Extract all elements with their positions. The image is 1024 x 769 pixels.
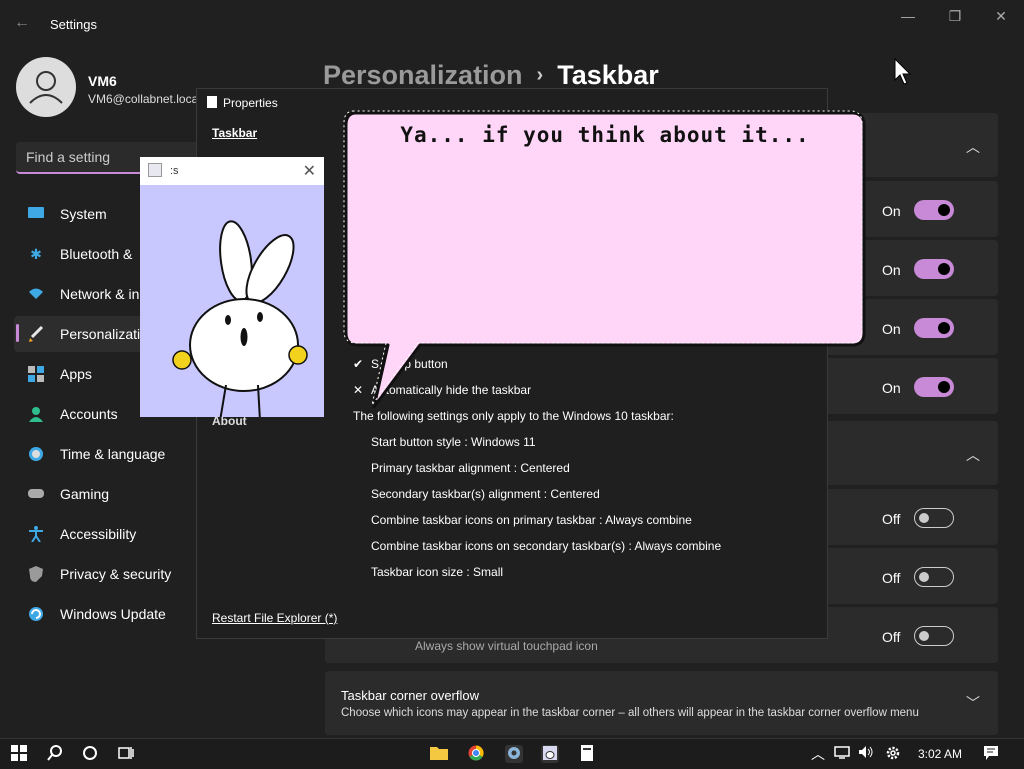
toggle-state-label: Off xyxy=(882,629,901,645)
taskbar-corner-overflow-card[interactable]: Taskbar corner overflow Choose which ico… xyxy=(325,671,998,735)
gamepad-icon xyxy=(28,486,44,502)
toggle-switch[interactable] xyxy=(914,508,954,528)
sidebar-item-privacy[interactable]: Privacy & security xyxy=(14,556,199,592)
speech-bubble: Ya... if you think about it... xyxy=(340,105,870,415)
bunny-app-icon xyxy=(148,163,162,177)
bubble-text: Ya... if you think about it... xyxy=(400,123,810,147)
person-icon xyxy=(28,406,44,422)
sidebar-item-accessibility[interactable]: Accessibility xyxy=(14,516,199,552)
minimize-button[interactable]: — xyxy=(893,8,923,28)
overflow-title: Taskbar corner overflow xyxy=(341,688,479,703)
chevron-up-icon[interactable]: ︿ xyxy=(809,745,827,763)
sidebar-item-label: Personalizatio xyxy=(60,326,148,342)
bunny-app-taskbar-icon[interactable] xyxy=(541,745,559,763)
properties-taskbar-icon[interactable] xyxy=(578,745,596,763)
chevron-up-icon[interactable]: ︿ xyxy=(966,445,980,465)
restart-explorer-link[interactable]: Restart File Explorer (*) xyxy=(212,611,337,625)
volume-icon[interactable] xyxy=(857,745,875,763)
network-icon[interactable] xyxy=(833,745,851,763)
page-title: Taskbar xyxy=(557,60,659,90)
sidebar-item-label: Windows Update xyxy=(60,606,166,622)
taskbar: ︿ 3:02 AM xyxy=(0,738,1024,769)
tab-taskbar[interactable]: Taskbar xyxy=(212,126,257,140)
sidebar-item-label: Apps xyxy=(60,366,92,382)
back-arrow-icon[interactable]: ← xyxy=(14,14,30,32)
user-email: VM6@collabnet.loca xyxy=(88,92,199,106)
start-button[interactable] xyxy=(10,745,28,763)
toggle-state-label: On xyxy=(882,262,901,278)
sidebar-item-label: Privacy & security xyxy=(60,566,172,582)
active-indicator xyxy=(16,324,19,342)
task-view-icon[interactable] xyxy=(117,745,135,763)
setting-line[interactable]: Combine taskbar icons on secondary taskb… xyxy=(371,539,721,553)
user-name: VM6 xyxy=(88,73,117,89)
bunny-illustration xyxy=(172,220,308,417)
sidebar-item-label: System xyxy=(60,206,107,222)
toggle-switch[interactable] xyxy=(914,626,954,646)
setting-line[interactable]: Taskbar icon size : Small xyxy=(371,565,503,579)
sidebar-item-time-language[interactable]: Time & language xyxy=(14,436,199,472)
globe-clock-icon xyxy=(28,446,44,462)
avatar[interactable] xyxy=(16,57,76,117)
brush-icon xyxy=(28,325,44,342)
user-icon xyxy=(29,71,63,104)
settings-taskbar-icon[interactable] xyxy=(505,745,523,763)
window-title: Settings xyxy=(50,17,97,32)
sidebar-item-label: Network & in xyxy=(60,286,140,302)
virtual-touchpad-description: Always show virtual touchpad icon xyxy=(415,639,598,653)
maximize-button[interactable]: ❐ xyxy=(940,8,970,28)
chevron-up-icon[interactable]: ︿ xyxy=(966,137,980,157)
chrome-icon[interactable] xyxy=(467,745,485,763)
cortana-icon[interactable] xyxy=(81,745,99,763)
toggle-state-label: On xyxy=(882,380,901,396)
toggle-state-label: On xyxy=(882,203,901,219)
toggle-state-label: Off xyxy=(882,511,901,527)
setting-line[interactable]: Start button style : Windows 11 xyxy=(371,435,536,449)
sidebar-item-label: Time & language xyxy=(60,446,166,462)
properties-app-icon xyxy=(207,96,217,108)
setting-line[interactable]: Secondary taskbar(s) alignment : Centere… xyxy=(371,487,600,501)
toggle-switch[interactable] xyxy=(914,200,954,220)
setting-line[interactable]: Combine taskbar icons on primary taskbar… xyxy=(371,513,692,527)
file-explorer-icon[interactable] xyxy=(430,745,448,763)
shield-icon xyxy=(28,566,44,582)
wifi-icon xyxy=(28,286,44,302)
toggle-switch[interactable] xyxy=(914,567,954,587)
close-button[interactable]: ✕ xyxy=(986,8,1016,28)
search-icon[interactable] xyxy=(46,745,64,763)
accessibility-icon xyxy=(28,526,44,543)
speech-bubble-shape xyxy=(343,110,866,409)
notification-icon[interactable] xyxy=(982,745,1000,763)
windows-logo-icon xyxy=(11,745,27,761)
bunny-titlebar[interactable]: :s ✕ xyxy=(140,157,324,185)
update-icon xyxy=(28,606,44,622)
close-icon[interactable]: ✕ xyxy=(303,161,316,181)
mouse-cursor-icon xyxy=(894,58,912,85)
properties-title: Properties xyxy=(223,96,278,110)
apps-icon xyxy=(28,366,44,382)
bunny-title: :s xyxy=(170,165,179,177)
toggle-switch[interactable] xyxy=(914,259,954,279)
sidebar-item-windows-update[interactable]: Windows Update xyxy=(14,596,199,632)
breadcrumb-parent[interactable]: Personalization xyxy=(323,60,523,90)
bunny-window: :s ✕ xyxy=(140,157,324,417)
sidebar-item-label: Accounts xyxy=(60,406,118,422)
sidebar-item-label: Gaming xyxy=(60,486,110,502)
chevron-down-icon[interactable]: ﹀ xyxy=(966,693,980,713)
breadcrumb: Personalization › Taskbar xyxy=(323,60,659,91)
toggle-switch[interactable] xyxy=(914,318,954,338)
setting-line[interactable]: Primary taskbar alignment : Centered xyxy=(371,461,570,475)
toggle-switch[interactable] xyxy=(914,377,954,397)
sidebar-item-gaming[interactable]: Gaming xyxy=(14,476,199,512)
gear-icon[interactable] xyxy=(884,745,902,763)
sidebar-item-label: Accessibility xyxy=(60,526,137,542)
sidebar-item-label: Bluetooth & xyxy=(60,246,133,262)
breadcrumb-separator-icon: › xyxy=(536,64,544,86)
toggle-state-label: Off xyxy=(882,570,901,586)
clock-time[interactable]: 3:02 AM xyxy=(918,747,962,761)
bluetooth-icon: ✱ xyxy=(30,246,42,262)
toggle-state-label: On xyxy=(882,321,901,337)
system-icon xyxy=(28,206,44,222)
overflow-description: Choose which icons may appear in the tas… xyxy=(341,707,919,719)
